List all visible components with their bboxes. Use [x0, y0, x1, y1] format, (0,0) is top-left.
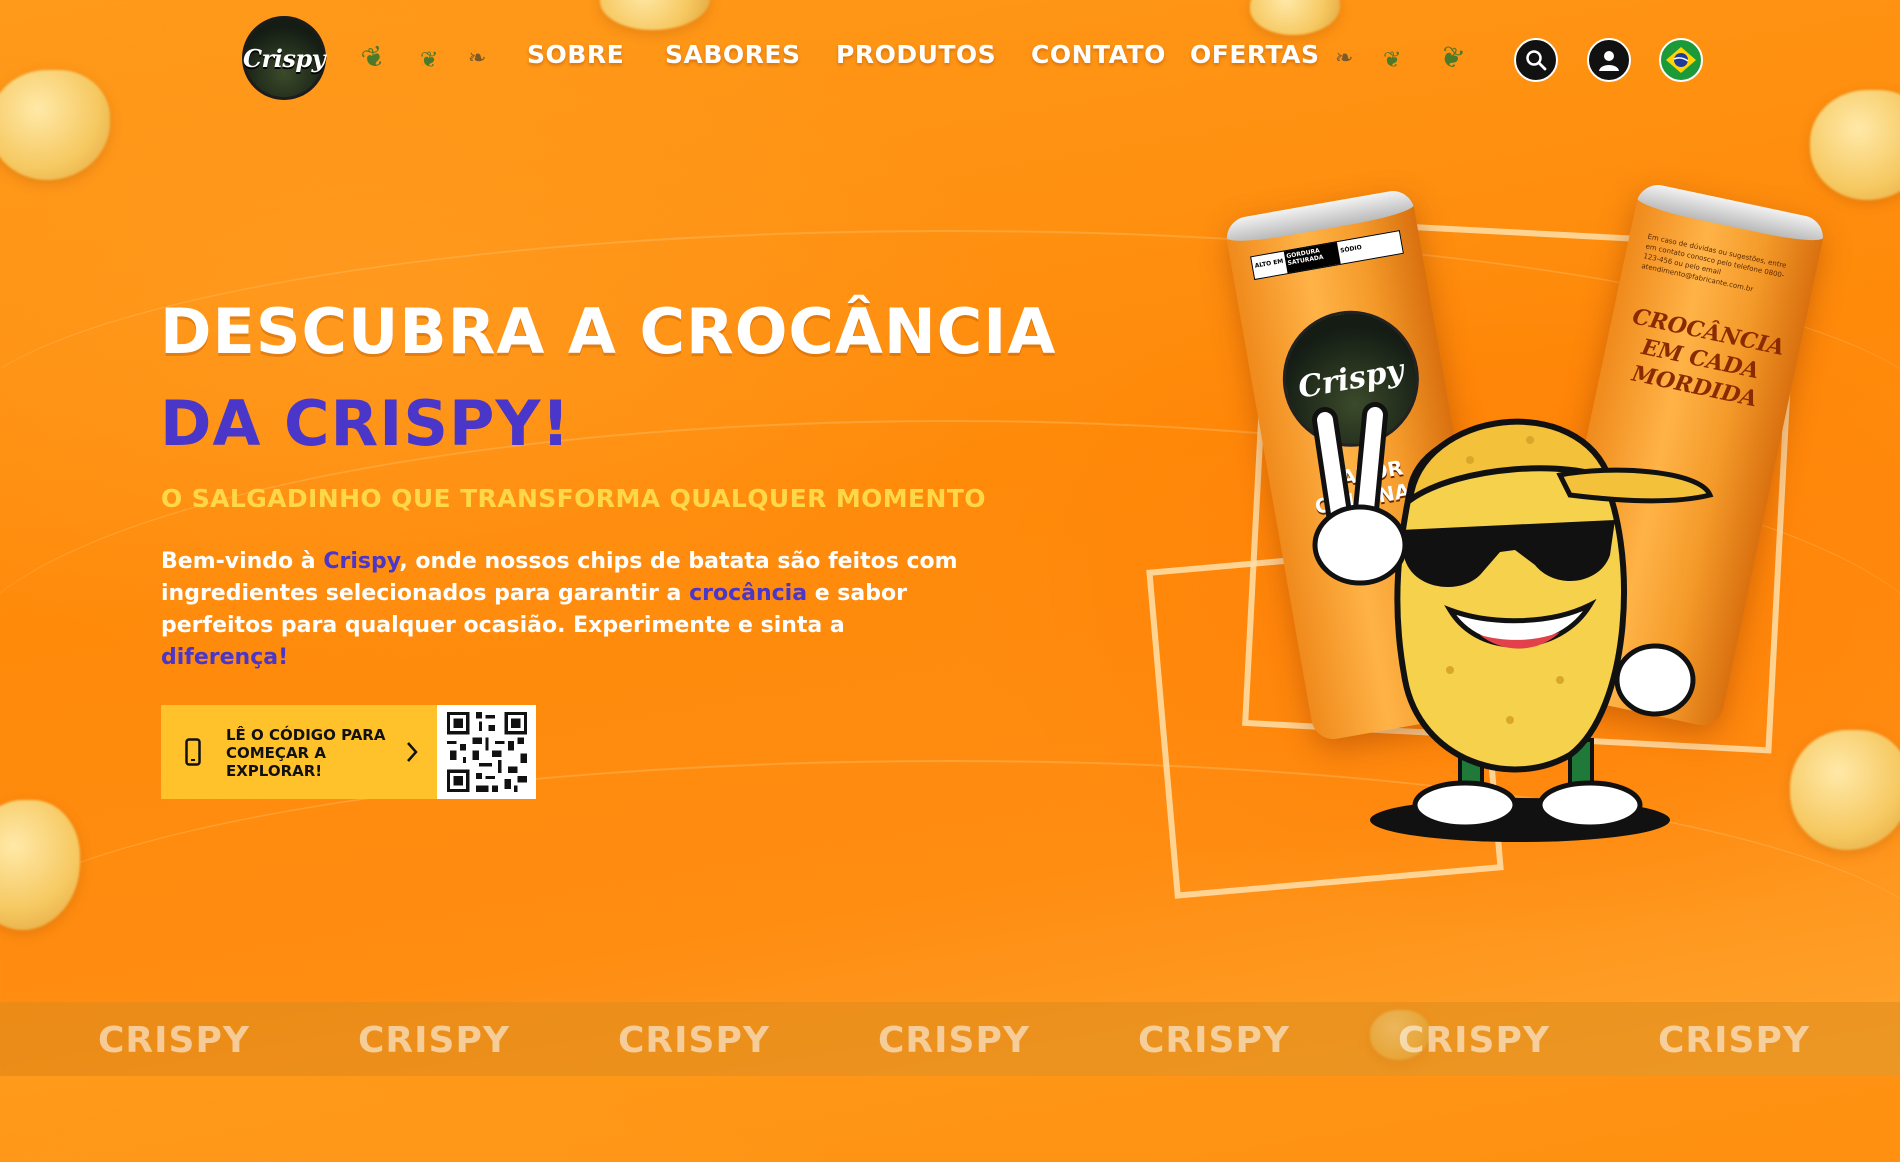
warning-label: GORDURA SATURADA — [1283, 242, 1341, 274]
marquee-word: CRISPY — [358, 1020, 510, 1061]
can-info-text: Em caso de dúvidas ou sugestões, entre e… — [1640, 232, 1788, 294]
paragraph-highlight: diferença! — [161, 645, 289, 670]
smartphone-icon — [185, 738, 201, 766]
nav-link-contato[interactable]: CONTATO — [1031, 40, 1166, 69]
nav-link-sobre[interactable]: SOBRE — [527, 40, 624, 69]
nav-link-ofertas[interactable]: OFERTAS — [1190, 40, 1320, 69]
account-button[interactable] — [1587, 38, 1631, 82]
hero-paragraph: Bem-vindo à Crispy, onde nossos chips de… — [161, 546, 961, 674]
paragraph-text: Bem-vindo à — [161, 549, 324, 574]
nav-link-produtos[interactable]: PRODUTOS — [836, 40, 996, 69]
marquee-word: CRISPY — [1658, 1020, 1810, 1061]
chevron-right-icon — [407, 742, 418, 762]
background-chip — [1790, 730, 1900, 850]
search-icon — [1526, 50, 1547, 71]
marquee-word: CRISPY — [618, 1020, 770, 1061]
marquee-word: CRISPY — [878, 1020, 1030, 1061]
qr-cta-button[interactable]: LÊ O CÓDIGO PARA COMEÇAR A EXPLORAR! — [161, 705, 536, 799]
qr-cta-left: LÊ O CÓDIGO PARA COMEÇAR A EXPLORAR! — [161, 705, 436, 799]
leaf-icon: ❦ — [1383, 48, 1402, 73]
search-button[interactable] — [1514, 38, 1558, 82]
hero-title-line1: DESCUBRA A CROCÂNCIA — [160, 295, 1057, 368]
qr-code-icon — [446, 712, 527, 792]
potato-chip-mascot — [1312, 402, 1714, 842]
user-icon — [1599, 51, 1619, 71]
hero-subtitle: O SALGADINHO QUE TRANSFORMA QUALQUER MOM… — [161, 484, 986, 513]
warning-label: SÓDIO — [1339, 243, 1363, 255]
top-navigation: Crispy ❦ ❦ ❧ SOBRE SABORES PRODUTOS CONT… — [0, 0, 1900, 120]
warning-label: ALTO EM — [1254, 257, 1284, 270]
marquee-word: CRISPY — [1138, 1020, 1290, 1061]
hero-title-line2: DA CRISPY! — [160, 387, 571, 460]
paragraph-highlight: Crispy — [323, 549, 400, 574]
nav-link-sabores[interactable]: SABORES — [665, 40, 801, 69]
paragraph-highlight: crocância — [689, 581, 808, 606]
leaf-icon: ❧ — [1335, 46, 1354, 71]
language-button[interactable] — [1659, 38, 1703, 82]
marquee-word: CRISPY — [1398, 1020, 1550, 1061]
qr-code[interactable] — [437, 705, 536, 799]
qr-cta-text: LÊ O CÓDIGO PARA COMEÇAR A EXPLORAR! — [226, 726, 386, 780]
marquee-word: CRISPY — [98, 1020, 250, 1061]
brazil-flag-icon — [1666, 47, 1696, 73]
